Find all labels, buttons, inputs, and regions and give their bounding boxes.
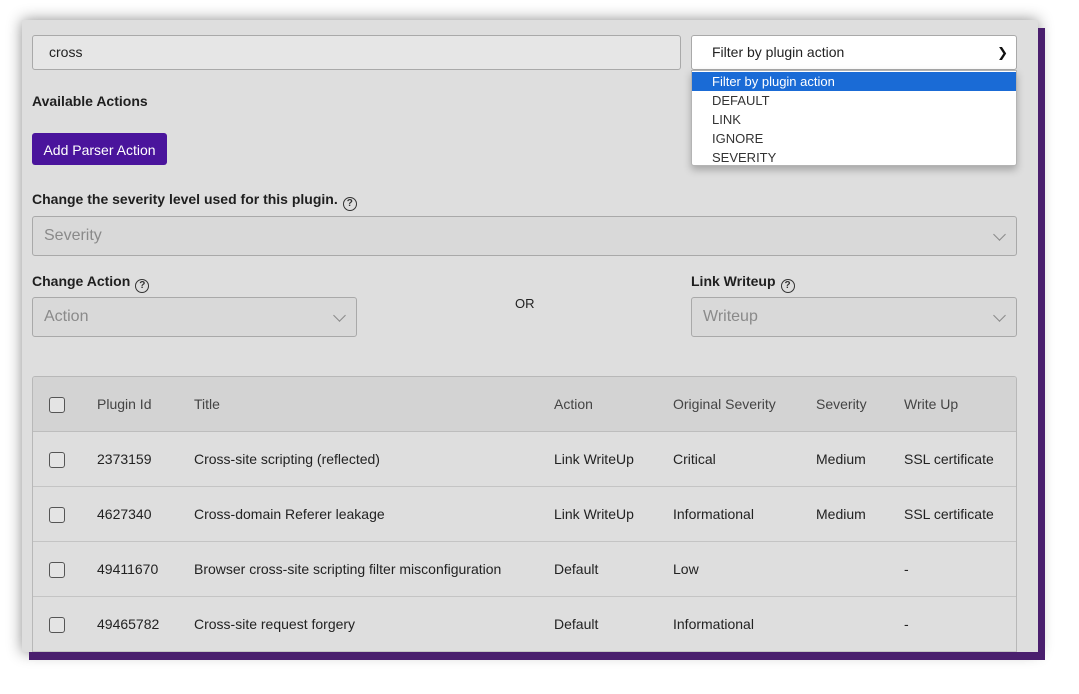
row-checkbox[interactable]	[49, 617, 65, 633]
row-checkbox[interactable]	[49, 452, 65, 468]
table-row[interactable]: 49411670 Browser cross-site scripting fi…	[33, 542, 1016, 597]
writeup-select[interactable]: Writeup	[691, 297, 1017, 337]
parser-actions-panel: cross Filter by plugin action ❯ Filter b…	[22, 20, 1038, 652]
action-cell: Default	[554, 616, 599, 632]
severity-placeholder: Severity	[44, 227, 102, 244]
original-severity-cell: Critical	[673, 451, 716, 467]
original-severity-cell: Informational	[673, 506, 754, 522]
row-checkbox[interactable]	[49, 562, 65, 578]
filter-selected-value: Filter by plugin action	[712, 44, 845, 60]
column-header[interactable]: Title	[194, 377, 220, 432]
change-action-label: Change Action?	[32, 273, 150, 293]
filter-option[interactable]: LINK	[692, 110, 1016, 129]
action-placeholder: Action	[44, 308, 89, 325]
row-checkbox[interactable]	[49, 507, 65, 523]
writeup-cell: -	[904, 616, 909, 632]
action-cell: Default	[554, 561, 599, 577]
action-cell: Link WriteUp	[554, 451, 634, 467]
link-writeup-label-text: Link Writeup	[691, 273, 776, 289]
filter-by-action-select[interactable]: Filter by plugin action ❯	[691, 35, 1017, 70]
column-header[interactable]: Write Up	[904, 377, 958, 432]
plugin-id-cell: 2373159	[97, 451, 152, 467]
severity-label-text: Change the severity level used for this …	[32, 191, 338, 207]
original-severity-cell: Informational	[673, 616, 754, 632]
writeup-cell: SSL certificate	[904, 451, 994, 467]
select-all-checkbox[interactable]	[49, 397, 65, 413]
link-writeup-label: Link Writeup?	[691, 273, 795, 293]
severity-section-label: Change the severity level used for this …	[32, 191, 357, 211]
available-actions-heading: Available Actions	[32, 93, 148, 109]
severity-cell: Medium	[816, 506, 866, 522]
title-cell: Cross-site scripting (reflected)	[194, 451, 380, 467]
severity-cell: Medium	[816, 451, 866, 467]
chevron-down-icon	[993, 309, 1006, 322]
action-cell: Link WriteUp	[554, 506, 634, 522]
plugin-id-cell: 49465782	[97, 616, 160, 632]
plugin-id-cell: 49411670	[97, 561, 159, 577]
filter-option[interactable]: IGNORE	[692, 129, 1016, 148]
or-label: OR	[515, 296, 535, 311]
filter-option[interactable]: DEFAULT	[692, 91, 1016, 110]
chevron-down-icon	[333, 309, 346, 322]
original-severity-cell: Low	[673, 561, 699, 577]
change-action-label-text: Change Action	[32, 273, 131, 289]
search-input[interactable]: cross	[32, 35, 681, 70]
title-cell: Browser cross-site scripting filter misc…	[194, 561, 502, 577]
chevron-down-icon: ❯	[997, 45, 1008, 60]
severity-select[interactable]: Severity	[32, 216, 1017, 256]
table-row[interactable]: 4627340 Cross-domain Referer leakage Lin…	[33, 487, 1016, 542]
column-header[interactable]: Plugin Id	[97, 377, 151, 432]
help-icon[interactable]: ?	[780, 279, 795, 293]
help-icon[interactable]: ?	[135, 279, 150, 293]
filter-option[interactable]: SEVERITY	[692, 148, 1016, 167]
add-parser-action-button[interactable]: Add Parser Action	[32, 133, 167, 165]
writeup-cell: SSL certificate	[904, 506, 994, 522]
action-select[interactable]: Action	[32, 297, 357, 337]
column-header[interactable]: Action	[554, 377, 593, 432]
column-header[interactable]: Original Severity	[673, 377, 776, 432]
writeup-cell: -	[904, 561, 909, 577]
filter-option[interactable]: Filter by plugin action	[692, 72, 1016, 91]
plugin-id-cell: 4627340	[97, 506, 152, 522]
column-header[interactable]: Severity	[816, 377, 867, 432]
plugin-table: Plugin Id Title Action Original Severity…	[32, 376, 1017, 652]
filter-dropdown-list: Filter by plugin action DEFAULT LINK IGN…	[691, 70, 1017, 166]
chevron-down-icon	[993, 228, 1006, 241]
help-icon[interactable]: ?	[342, 197, 357, 211]
table-header: Plugin Id Title Action Original Severity…	[33, 377, 1016, 432]
table-row[interactable]: 2373159 Cross-site scripting (reflected)…	[33, 432, 1016, 487]
writeup-placeholder: Writeup	[703, 308, 758, 325]
title-cell: Cross-site request forgery	[194, 616, 356, 632]
table-row[interactable]: 49465782 Cross-site request forgery Defa…	[33, 597, 1016, 652]
title-cell: Cross-domain Referer leakage	[194, 506, 385, 522]
